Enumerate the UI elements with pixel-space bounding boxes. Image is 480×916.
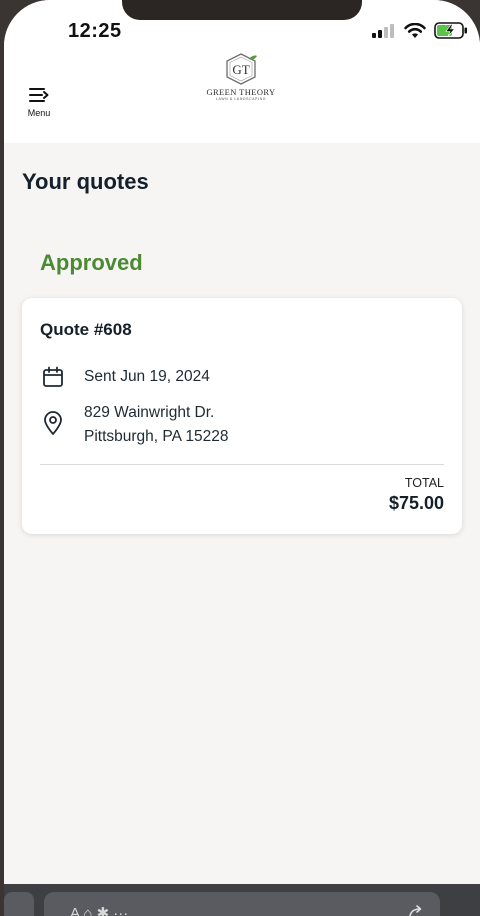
address-line-2: Pittsburgh, PA 15228 <box>84 428 229 445</box>
status-icons <box>372 22 468 39</box>
logo-name: GREEN THEORY <box>206 87 276 97</box>
app-header: Menu GT GREEN THEORY LAWN & LANDSCAPING <box>4 53 480 143</box>
wifi-icon <box>404 22 426 38</box>
quote-card[interactable]: Quote #608 Sent Jun 19, 2024 829 Wainwri… <box>22 298 462 534</box>
location-pin-icon <box>44 411 62 435</box>
address-field-text: A ⌂ ✱ ··· <box>70 905 129 916</box>
browser-address-field[interactable]: A ⌂ ✱ ··· <box>44 892 440 916</box>
signal-icon <box>372 23 394 38</box>
company-logo[interactable]: GT GREEN THEORY LAWN & LANDSCAPING <box>200 52 282 106</box>
total-value: $75.00 <box>388 493 444 513</box>
quote-address: 829 Wainwright Dr. Pittsburgh, PA 15228 <box>84 401 228 449</box>
total-label: TOTAL <box>404 476 444 490</box>
battery-charging-icon <box>434 22 467 39</box>
address-line-1: 829 Wainwright Dr. <box>84 404 215 421</box>
section-title-approved: Approved <box>40 250 143 275</box>
card-divider <box>40 464 444 465</box>
menu-label: Menu <box>27 108 51 118</box>
menu-button[interactable]: Menu <box>20 86 58 126</box>
browser-tab-button[interactable] <box>4 892 34 916</box>
status-bar: 12:25 <box>4 0 480 58</box>
menu-icon <box>29 88 49 102</box>
logo-monogram: GT <box>232 62 249 77</box>
page-title: Your quotes <box>22 169 149 194</box>
device-notch <box>122 0 362 20</box>
status-time: 12:25 <box>68 20 122 42</box>
logo-emblem: GT <box>226 53 257 85</box>
share-icon[interactable] <box>408 904 424 916</box>
app-screen: 12:25 Menu GT GREEN THEORY LAWN & LANDSC… <box>4 0 480 916</box>
quote-sent-date: Sent Jun 19, 2024 <box>84 368 210 385</box>
logo-tagline: LAWN & LANDSCAPING <box>215 97 267 101</box>
quote-title: Quote #608 <box>40 320 132 339</box>
calendar-icon <box>43 366 63 387</box>
